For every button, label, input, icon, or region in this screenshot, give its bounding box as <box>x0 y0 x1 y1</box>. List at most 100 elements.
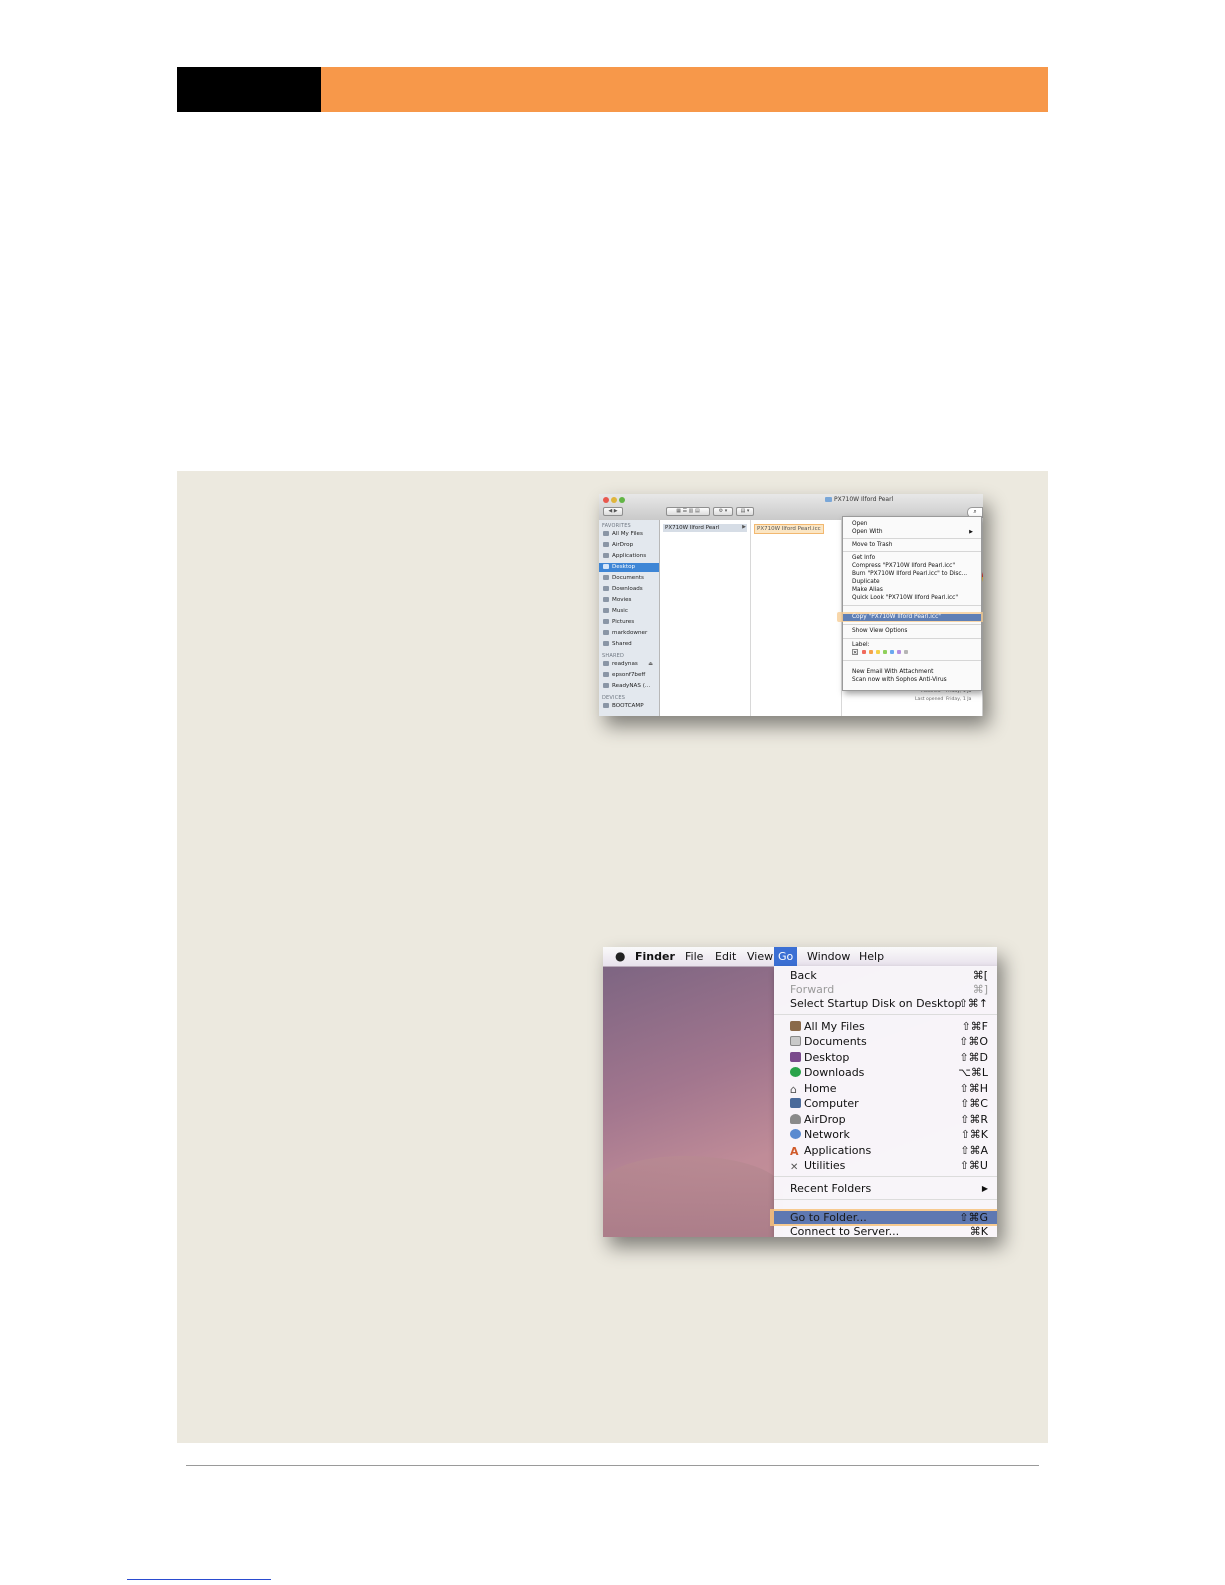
applications-icon: A <box>790 1145 799 1158</box>
label-color-purple[interactable] <box>897 650 901 654</box>
folder-item-px710w[interactable]: PX710W Ilford Pearl <box>663 524 747 532</box>
eject-icon[interactable]: ⏏ <box>648 661 653 667</box>
sidebar-header-devices: DEVICES <box>602 695 626 701</box>
menu-item-compress[interactable]: Compress "PX710W Ilford Pearl.icc" <box>852 562 955 570</box>
menu-separator <box>843 605 981 606</box>
gear-icon[interactable]: ⚙ ▾ <box>713 507 733 516</box>
airdrop-icon <box>603 542 609 547</box>
zoom-button[interactable] <box>619 497 625 503</box>
go-item-all-my-files[interactable]: All My Files ⇧⌘F <box>790 1019 988 1034</box>
finder-window-screenshot: ◀ ▶ ▦ ☰ ▥ ▤ ⚙ ▾ ▤ ▾ PX710W Ilford Pearl … <box>599 494 983 716</box>
menu-item-show-view-options[interactable]: Show View Options <box>852 627 907 635</box>
sidebar-item-music[interactable]: Music <box>603 607 655 616</box>
minimize-button[interactable] <box>611 497 617 503</box>
pictures-icon <box>603 619 609 624</box>
shared-folder-icon <box>603 641 609 646</box>
chevron-right-icon: ▶ <box>742 524 746 530</box>
downloads-icon <box>603 586 609 591</box>
sidebar-item-airdrop[interactable]: AirDrop <box>603 541 655 550</box>
sidebar-item-shared[interactable]: Shared <box>603 640 655 649</box>
airdrop-icon <box>790 1114 801 1124</box>
go-item-recent-folders[interactable]: Recent Folders ▶ <box>790 1181 988 1196</box>
server-icon <box>603 683 609 688</box>
sidebar-item-readynas[interactable]: readynas <box>603 660 655 669</box>
go-item-utilities[interactable]: ✕ Utilities ⇧⌘U <box>790 1158 988 1173</box>
footer-rule <box>186 1465 1039 1466</box>
go-item-home[interactable]: ⌂ Home ⇧⌘H <box>790 1081 988 1096</box>
menu-item-sophos-scan[interactable]: Scan now with Sophos Anti-Virus <box>852 676 947 684</box>
go-item-go-to-folder[interactable]: Go to Folder... ⇧⌘G <box>790 1210 988 1225</box>
network-icon <box>790 1129 801 1139</box>
desktop-icon <box>603 564 609 569</box>
go-item-desktop[interactable]: Desktop ⇧⌘D <box>790 1050 988 1065</box>
go-item-airdrop[interactable]: AirDrop ⇧⌘R <box>790 1112 988 1127</box>
menu-bar: ● Finder File Edit View Go Window Help <box>603 947 997 967</box>
sidebar-item-bootcamp[interactable]: BOOTCAMP <box>603 702 655 711</box>
server-icon <box>603 672 609 677</box>
menu-item-burn[interactable]: Burn "PX710W Ilford Pearl.icc" to Disc..… <box>852 570 967 578</box>
menu-item-get-info[interactable]: Get Info <box>852 554 875 562</box>
label-color-orange[interactable] <box>869 650 873 654</box>
applications-icon <box>603 553 609 558</box>
go-dropdown-menu: Back ⌘[ Forward ⌘] Select Startup Disk on … <box>770 966 997 1237</box>
go-item-connect-to-server[interactable]: Connect to Server... ⌘K <box>790 1224 988 1237</box>
menu-item-open[interactable]: Open <box>852 520 867 528</box>
back-forward-button[interactable]: ◀ ▶ <box>603 507 623 516</box>
view-mode-buttons[interactable]: ▦ ☰ ▥ ▤ <box>666 507 710 516</box>
sidebar-item-all-my-files[interactable]: All My Files <box>603 530 655 539</box>
menu-finder[interactable]: Finder <box>631 947 679 966</box>
arrange-button[interactable]: ▤ ▾ <box>736 507 754 516</box>
finder-sidebar: FAVORITES All My Files AirDrop Applicati… <box>599 520 660 716</box>
label-color-blue[interactable] <box>890 650 894 654</box>
menu-separator <box>774 1014 997 1015</box>
menu-separator <box>843 638 981 639</box>
sidebar-item-desktop[interactable]: Desktop <box>599 563 659 572</box>
label-none-button[interactable]: ✕ <box>852 649 858 656</box>
sidebar-item-readynas-2[interactable]: ReadyNAS (... <box>603 682 655 691</box>
menu-item-duplicate[interactable]: Duplicate <box>852 578 880 586</box>
all-my-files-icon <box>603 531 609 536</box>
footer-link-underline[interactable] <box>127 1579 271 1580</box>
utilities-icon: ✕ <box>790 1162 799 1173</box>
menu-item-new-email[interactable]: New Email With Attachment <box>852 668 933 676</box>
menu-edit[interactable]: Edit <box>711 947 740 966</box>
menu-item-quick-look[interactable]: Quick Look "PX710W Ilford Pearl.icc" <box>852 594 958 602</box>
menu-file[interactable]: File <box>681 947 707 966</box>
menu-item-open-with[interactable]: Open With ▶ <box>852 528 977 536</box>
label-color-yellow[interactable] <box>876 650 880 654</box>
file-item-icc[interactable]: PX710W Ilford Pearl.icc <box>754 524 824 534</box>
sidebar-item-documents[interactable]: Documents <box>603 574 655 583</box>
sidebar-item-markdowner[interactable]: markdowner <box>603 629 655 638</box>
menu-go[interactable]: Go <box>774 947 798 966</box>
go-item-documents[interactable]: Documents ⇧⌘O <box>790 1034 988 1049</box>
label-color-green[interactable] <box>883 650 887 654</box>
menu-item-move-to-trash[interactable]: Move to Trash <box>852 541 892 549</box>
menu-view[interactable]: View <box>743 947 777 966</box>
disk-icon <box>603 703 609 708</box>
sidebar-item-movies[interactable]: Movies <box>603 596 655 605</box>
menu-item-make-alias[interactable]: Make Alias <box>852 586 883 594</box>
menu-help[interactable]: Help <box>855 947 888 966</box>
home-icon <box>603 630 609 635</box>
go-item-computer[interactable]: Computer ⇧⌘C <box>790 1096 988 1111</box>
folder-icon <box>825 497 832 502</box>
submenu-arrow-icon: ▶ <box>969 529 973 535</box>
home-icon: ⌂ <box>790 1083 797 1096</box>
go-item-applications[interactable]: A Applications ⇧⌘A <box>790 1143 988 1158</box>
label-color-gray[interactable] <box>904 650 908 654</box>
apple-icon[interactable]: ● <box>615 950 626 963</box>
music-icon <box>603 608 609 613</box>
sidebar-item-downloads[interactable]: Downloads <box>603 585 655 594</box>
close-button[interactable] <box>603 497 609 503</box>
menu-separator <box>843 660 981 661</box>
go-item-downloads[interactable]: Downloads ⌥⌘L <box>790 1065 988 1080</box>
sidebar-item-applications[interactable]: Applications <box>603 552 655 561</box>
go-item-startup-disk[interactable]: Select Startup Disk on Desktop ⇧⌘↑ <box>790 996 988 1011</box>
go-item-back[interactable]: Back ⌘[ <box>790 968 988 983</box>
go-item-network[interactable]: Network ⇧⌘K <box>790 1127 988 1142</box>
sidebar-item-pictures[interactable]: Pictures <box>603 618 655 627</box>
menu-window[interactable]: Window <box>803 947 854 966</box>
label-color-red[interactable] <box>862 650 866 654</box>
menu-item-copy[interactable]: Copy "PX710W Ilford Pearl.icc" <box>852 613 941 621</box>
sidebar-item-epson[interactable]: epsonf7beff <box>603 671 655 680</box>
